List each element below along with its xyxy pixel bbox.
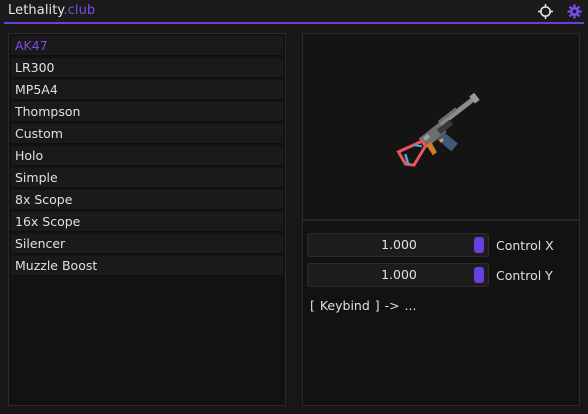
app-title-suffix: .club	[63, 3, 96, 18]
title-bar: Lethality.club	[0, 0, 588, 23]
app-window: Lethality.club AK47 LR300 MP5A4 Thompson…	[0, 0, 588, 414]
control-y-slider[interactable]: 1.000	[307, 263, 489, 287]
settings-panel: 1.000 Control X 1.000 Control Y [ Keybin…	[302, 33, 580, 406]
list-item-mp5a4[interactable]: MP5A4	[11, 80, 283, 100]
list-item-muzzle-boost[interactable]: Muzzle Boost	[11, 256, 283, 276]
crosshair-icon[interactable]	[538, 4, 553, 19]
title-accent-line	[4, 22, 584, 24]
list-item-simple[interactable]: Simple	[11, 168, 283, 188]
list-item-ak47[interactable]: AK47	[11, 36, 283, 56]
list-item-16x-scope[interactable]: 16x Scope	[11, 212, 283, 232]
weapon-preview	[303, 34, 579, 219]
list-item-holo[interactable]: Holo	[11, 146, 283, 166]
list-item-lr300[interactable]: LR300	[11, 58, 283, 78]
weapon-list-panel: AK47 LR300 MP5A4 Thompson Custom Holo Si…	[8, 33, 286, 406]
control-y-label: Control Y	[496, 268, 553, 283]
app-title-main: Lethality	[8, 3, 64, 18]
control-x-slider[interactable]: 1.000	[307, 233, 489, 257]
list-item-custom[interactable]: Custom	[11, 124, 283, 144]
panel-divider	[303, 219, 579, 221]
ak47-rifle-icon	[396, 92, 480, 167]
control-x-handle[interactable]	[474, 237, 484, 253]
control-y-handle[interactable]	[474, 267, 484, 283]
app-title: Lethality.club	[8, 3, 95, 18]
gear-icon[interactable]	[567, 4, 582, 19]
control-x-value: 1.000	[381, 237, 417, 252]
list-item-silencer[interactable]: Silencer	[11, 234, 283, 254]
list-item-8x-scope[interactable]: 8x Scope	[11, 190, 283, 210]
list-item-thompson[interactable]: Thompson	[11, 102, 283, 122]
keybind-button[interactable]: [ Keybind ] -> ...	[310, 298, 416, 313]
control-x-label: Control X	[496, 238, 554, 253]
control-y-value: 1.000	[381, 267, 417, 282]
